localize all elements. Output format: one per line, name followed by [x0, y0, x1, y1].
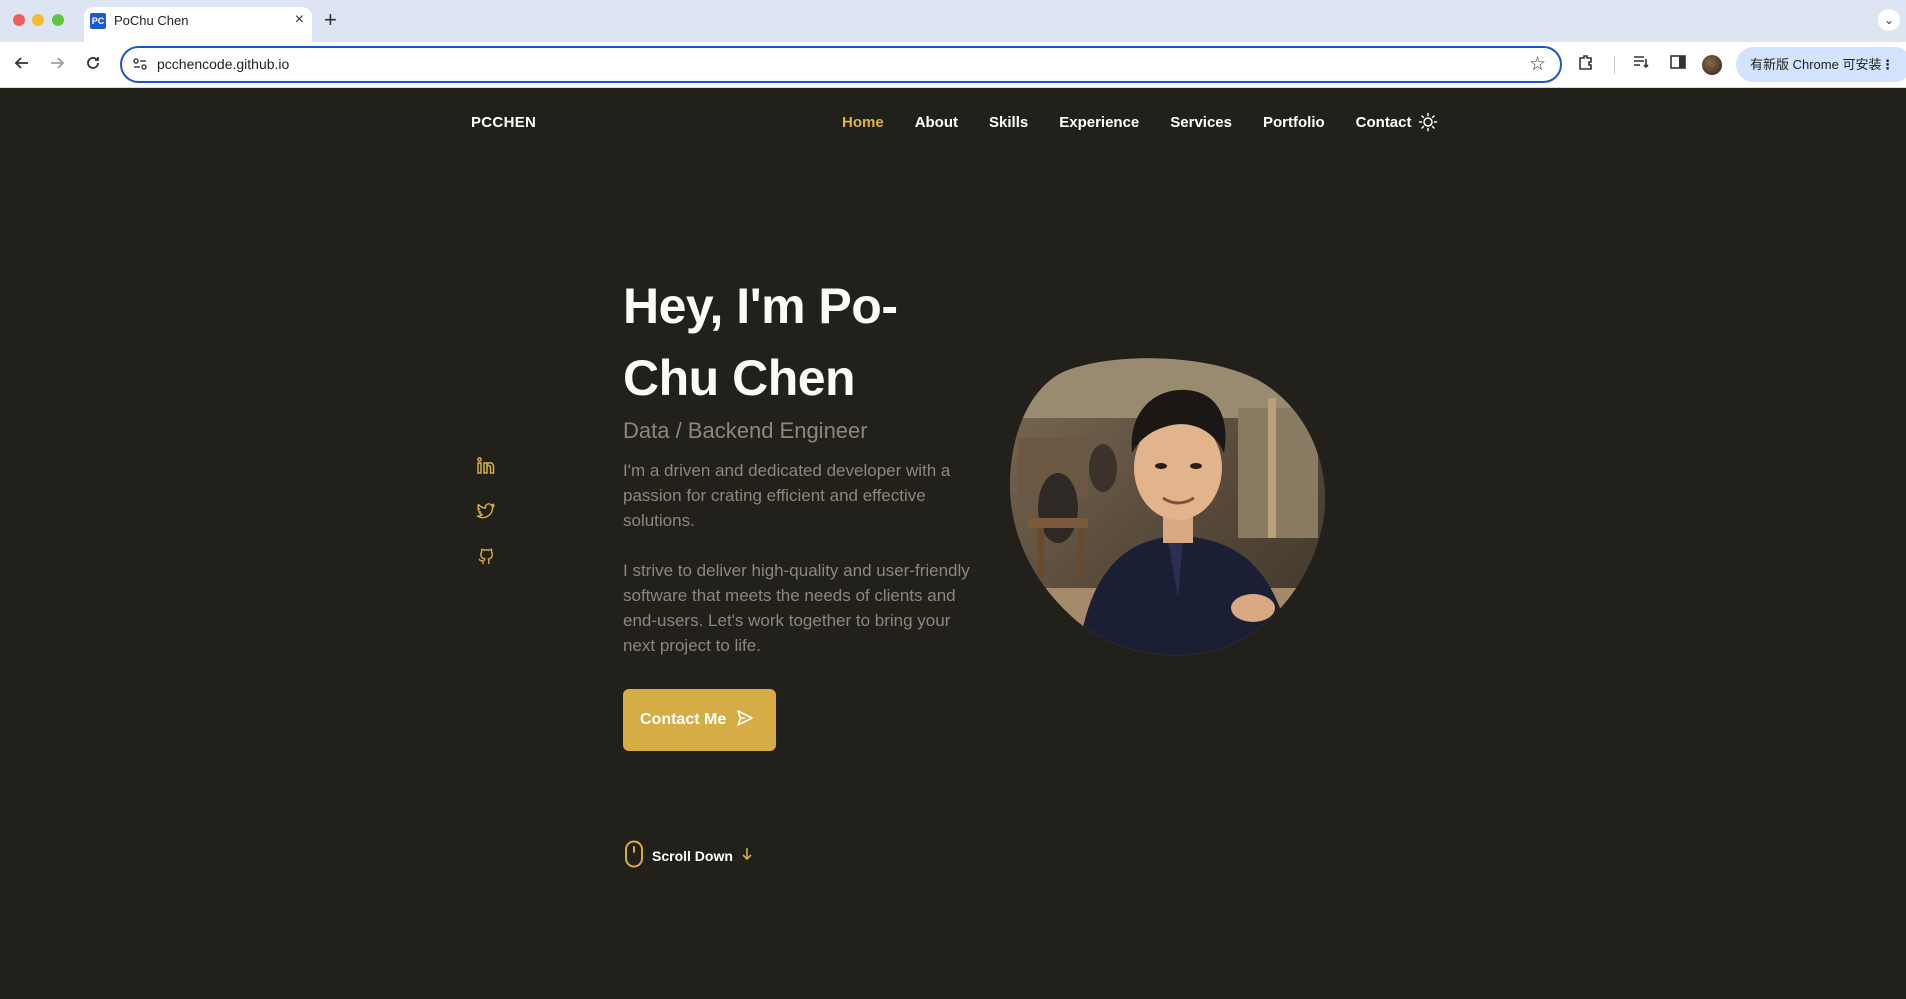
scroll-down-label: Scroll Down [652, 848, 733, 864]
nav-services[interactable]: Services [1170, 114, 1232, 131]
close-window-button[interactable] [13, 14, 25, 26]
nav-about[interactable]: About [915, 114, 958, 131]
site-logo[interactable]: PCCHEN [471, 114, 536, 131]
extensions-icon[interactable] [1574, 53, 1598, 77]
new-tab-button[interactable]: + [324, 8, 337, 32]
nav-experience[interactable]: Experience [1059, 114, 1139, 131]
mouse-icon [624, 840, 644, 873]
profile-photo [1008, 358, 1328, 658]
maximize-window-button[interactable] [52, 14, 64, 26]
page: PCCHEN Home About Skills Experience Serv… [0, 88, 1906, 999]
main-nav: Home About Skills Experience Services Po… [842, 114, 1443, 131]
back-icon[interactable] [9, 52, 35, 78]
url-text[interactable]: pcchencode.github.io [157, 56, 289, 72]
reading-list-icon[interactable] [1629, 53, 1653, 77]
hero-description-2: I strive to deliver high-quality and use… [623, 561, 970, 655]
update-pill-label: 有新版 Chrome 可安装 [1750, 57, 1882, 72]
nav-contact[interactable]: Contact [1356, 114, 1412, 131]
reload-icon[interactable] [80, 52, 106, 78]
contact-me-button[interactable]: Contact Me [623, 689, 776, 751]
contact-me-label: Contact Me [640, 711, 727, 728]
side-panel-icon[interactable] [1666, 53, 1690, 77]
bookmark-star-icon[interactable]: ☆ [1529, 53, 1546, 76]
hero-subtitle: Data / Backend Engineer [623, 418, 868, 443]
browser-tabbar: PC PoChu Chen × + ⌄ [0, 0, 1906, 42]
send-icon [736, 709, 754, 732]
menu-dots-icon[interactable]: ⋮ [1881, 47, 1894, 82]
tab-close-icon[interactable]: × [295, 11, 304, 29]
nav-home[interactable]: Home [842, 114, 884, 131]
toolbar-divider [1614, 56, 1615, 74]
browser-tab[interactable]: PC PoChu Chen × [84, 7, 312, 42]
forward-icon[interactable] [44, 52, 70, 78]
scroll-down-button[interactable]: Scroll Down [624, 840, 753, 873]
linkedin-icon[interactable] [476, 456, 496, 476]
github-icon[interactable] [476, 546, 496, 566]
profile-avatar[interactable] [1702, 55, 1722, 75]
hero-title: Hey, I'm Po-Chu Chen [623, 278, 898, 406]
site-info-icon[interactable] [132, 56, 148, 75]
tab-search-icon[interactable]: ⌄ [1878, 9, 1900, 31]
twitter-icon[interactable] [476, 501, 496, 521]
sun-icon[interactable] [1418, 112, 1438, 132]
nav-skills[interactable]: Skills [989, 114, 1028, 131]
arrow-down-icon [741, 847, 753, 866]
favicon: PC [90, 13, 106, 29]
tab-title: PoChu Chen [114, 13, 189, 28]
chrome-update-button[interactable]: 有新版 Chrome 可安装 ⋮ [1736, 47, 1906, 82]
minimize-window-button[interactable] [32, 14, 44, 26]
address-bar[interactable]: pcchencode.github.io ☆ [120, 46, 1562, 83]
nav-portfolio[interactable]: Portfolio [1263, 114, 1325, 131]
browser-toolbar: pcchencode.github.io ☆ 有新版 Chrome 可安装 ⋮ [0, 42, 1906, 88]
hero-description-1: I'm a driven and dedicated developer wit… [623, 461, 951, 530]
